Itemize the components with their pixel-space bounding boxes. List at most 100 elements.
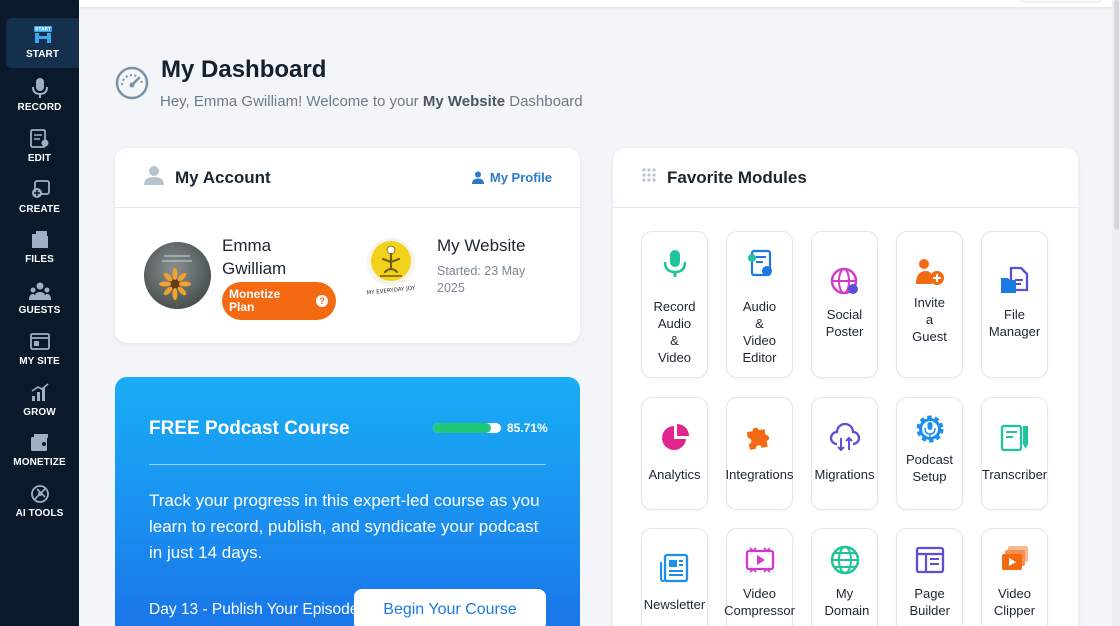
analytics-pie-icon xyxy=(661,424,689,450)
sidebar-item-label: RECORD xyxy=(17,102,62,113)
avatar xyxy=(144,242,211,309)
migrations-cloud-icon xyxy=(829,422,860,452)
sidebar-item-label: FILES xyxy=(25,254,54,265)
module-label: File Manager xyxy=(988,307,1041,339)
sidebar-item-label: START xyxy=(25,49,60,60)
module-label: Record Audio & Video xyxy=(653,299,696,365)
module-label: Transcriber xyxy=(981,467,1048,482)
top-bar xyxy=(79,0,1120,7)
module-integrations[interactable]: Integrations xyxy=(726,397,793,510)
video-clipper-icon xyxy=(1001,546,1028,570)
my-site-icon xyxy=(29,331,51,353)
sidebar-item-label: AI TOOLS xyxy=(15,508,64,519)
module-my-domain[interactable]: My Domain xyxy=(811,528,878,626)
grow-icon xyxy=(29,382,51,404)
microphone-icon xyxy=(29,77,51,99)
sidebar-item-label: MY SITE xyxy=(19,356,60,367)
create-icon xyxy=(29,179,51,201)
favorite-modules-card: Favorite Modules Record Audio & Video Au… xyxy=(613,148,1078,626)
module-page-builder[interactable]: Page Builder xyxy=(896,528,963,626)
module-social-poster[interactable]: Social Poster xyxy=(811,231,878,378)
page-title: My Dashboard xyxy=(161,56,327,83)
help-icon[interactable]: ? xyxy=(316,295,328,307)
module-label: My Domain xyxy=(824,586,870,618)
sidebar-item-files[interactable]: FILES xyxy=(0,222,79,273)
newsletter-icon xyxy=(659,553,688,583)
begin-course-button[interactable]: Begin Your Course xyxy=(354,589,546,626)
audio-video-editor-icon xyxy=(747,249,772,277)
module-video-compressor[interactable]: Video Compressor xyxy=(724,528,795,626)
module-label: Analytics xyxy=(648,467,701,482)
sidebar-item-monetize[interactable]: MONETIZE xyxy=(0,425,79,476)
plan-badge[interactable]: Monetize Plan ? xyxy=(222,282,336,320)
module-newsletter[interactable]: Newsletter xyxy=(641,528,708,626)
sidebar-item-edit[interactable]: EDIT xyxy=(0,121,79,172)
ai-tools-icon xyxy=(29,483,51,505)
scrollbar[interactable] xyxy=(1112,0,1120,626)
welcome-subtitle: Hey, Emma Gwilliam! Welcome to your My W… xyxy=(160,93,583,110)
edit-icon xyxy=(29,128,51,150)
sidebar-item-label: MONETIZE xyxy=(13,457,66,468)
my-account-title: My Account xyxy=(175,167,271,187)
module-label: Social Poster xyxy=(825,307,864,339)
sidebar-item-label: EDIT xyxy=(27,153,52,164)
greeting-site-name: My Website xyxy=(422,93,506,110)
site-started-date: Started: 23 May 2025 xyxy=(437,264,526,295)
module-file-manager[interactable]: File Manager xyxy=(981,231,1048,378)
social-poster-icon xyxy=(830,267,858,295)
module-label: Newsletter xyxy=(643,597,706,612)
greeting-prefix: Hey, Emma Gwilliam! Welcome to your xyxy=(160,93,423,110)
favorite-modules-header: Favorite Modules xyxy=(613,148,1078,208)
course-description: Track your progress in this expert-led c… xyxy=(149,491,540,562)
module-label: Video Clipper xyxy=(993,586,1036,618)
module-video-clipper[interactable]: Video Clipper xyxy=(981,528,1048,626)
globe-icon xyxy=(830,545,859,575)
sidebar-item-grow[interactable]: GROW xyxy=(0,375,79,426)
module-transcriber[interactable]: Transcriber xyxy=(981,397,1048,510)
user-icon xyxy=(143,164,165,191)
monetize-icon xyxy=(29,432,51,454)
guests-icon xyxy=(28,280,51,302)
sidebar: START START RECORD EDIT CREATE FILES GUE… xyxy=(0,0,79,626)
course-progress-value: 85.71% xyxy=(507,421,548,435)
drag-grid-icon[interactable] xyxy=(641,167,657,188)
sidebar-item-label: GUESTS xyxy=(18,305,61,316)
sidebar-item-label: GROW xyxy=(23,407,56,418)
my-profile-link[interactable]: My Profile xyxy=(471,170,552,185)
module-analytics[interactable]: Analytics xyxy=(641,397,708,510)
user-name: Emma Gwilliam xyxy=(222,236,287,278)
podcast-course-card: FREE Podcast Course 85.71% Track your pr… xyxy=(115,377,580,626)
sidebar-item-my-site[interactable]: MY SITE xyxy=(0,324,79,375)
dashboard-gauge-icon xyxy=(115,66,149,100)
current-lesson: Day 13 - Publish Your Episode xyxy=(149,601,359,618)
module-record-audio-video[interactable]: Record Audio & Video xyxy=(641,231,708,378)
sidebar-item-ai-tools[interactable]: AI TOOLS xyxy=(0,476,79,527)
sidebar-item-create[interactable]: CREATE xyxy=(0,172,79,223)
sidebar-item-label: CREATE xyxy=(19,204,60,215)
favorite-modules-title: Favorite Modules xyxy=(667,167,807,187)
invite-guest-icon xyxy=(915,259,944,285)
module-migrations[interactable]: Migrations xyxy=(811,397,878,510)
my-account-header: My Account My Profile xyxy=(115,148,580,208)
scrollbar-thumb[interactable] xyxy=(1114,0,1119,230)
plan-label: Monetize Plan xyxy=(229,287,281,314)
module-invite-guest[interactable]: Invite a Guest xyxy=(896,231,963,378)
my-profile-label: My Profile xyxy=(489,170,552,185)
module-audio-video-editor[interactable]: Audio & Video Editor xyxy=(726,231,793,378)
integrations-puzzle-icon xyxy=(746,427,769,450)
my-account-card: My Account My Profile Emma Gwilliam Mone… xyxy=(115,148,580,343)
files-icon xyxy=(29,229,51,251)
site-logo[interactable]: MY EVERYDAY JOY xyxy=(358,232,424,298)
course-progress-fill xyxy=(433,423,492,433)
site-name[interactable]: My Website xyxy=(437,236,526,256)
svg-text:START: START xyxy=(35,27,52,33)
microphone-icon xyxy=(663,250,686,277)
sidebar-item-record[interactable]: RECORD xyxy=(0,70,79,121)
module-label: Page Builder xyxy=(909,586,950,618)
module-podcast-setup[interactable]: Podcast Setup xyxy=(896,397,963,510)
top-bar-button[interactable] xyxy=(1020,0,1102,1)
course-title: FREE Podcast Course xyxy=(149,418,350,439)
transcriber-icon xyxy=(1000,424,1028,452)
sidebar-item-start[interactable]: START START xyxy=(6,18,79,68)
sidebar-item-guests[interactable]: GUESTS xyxy=(0,273,79,324)
